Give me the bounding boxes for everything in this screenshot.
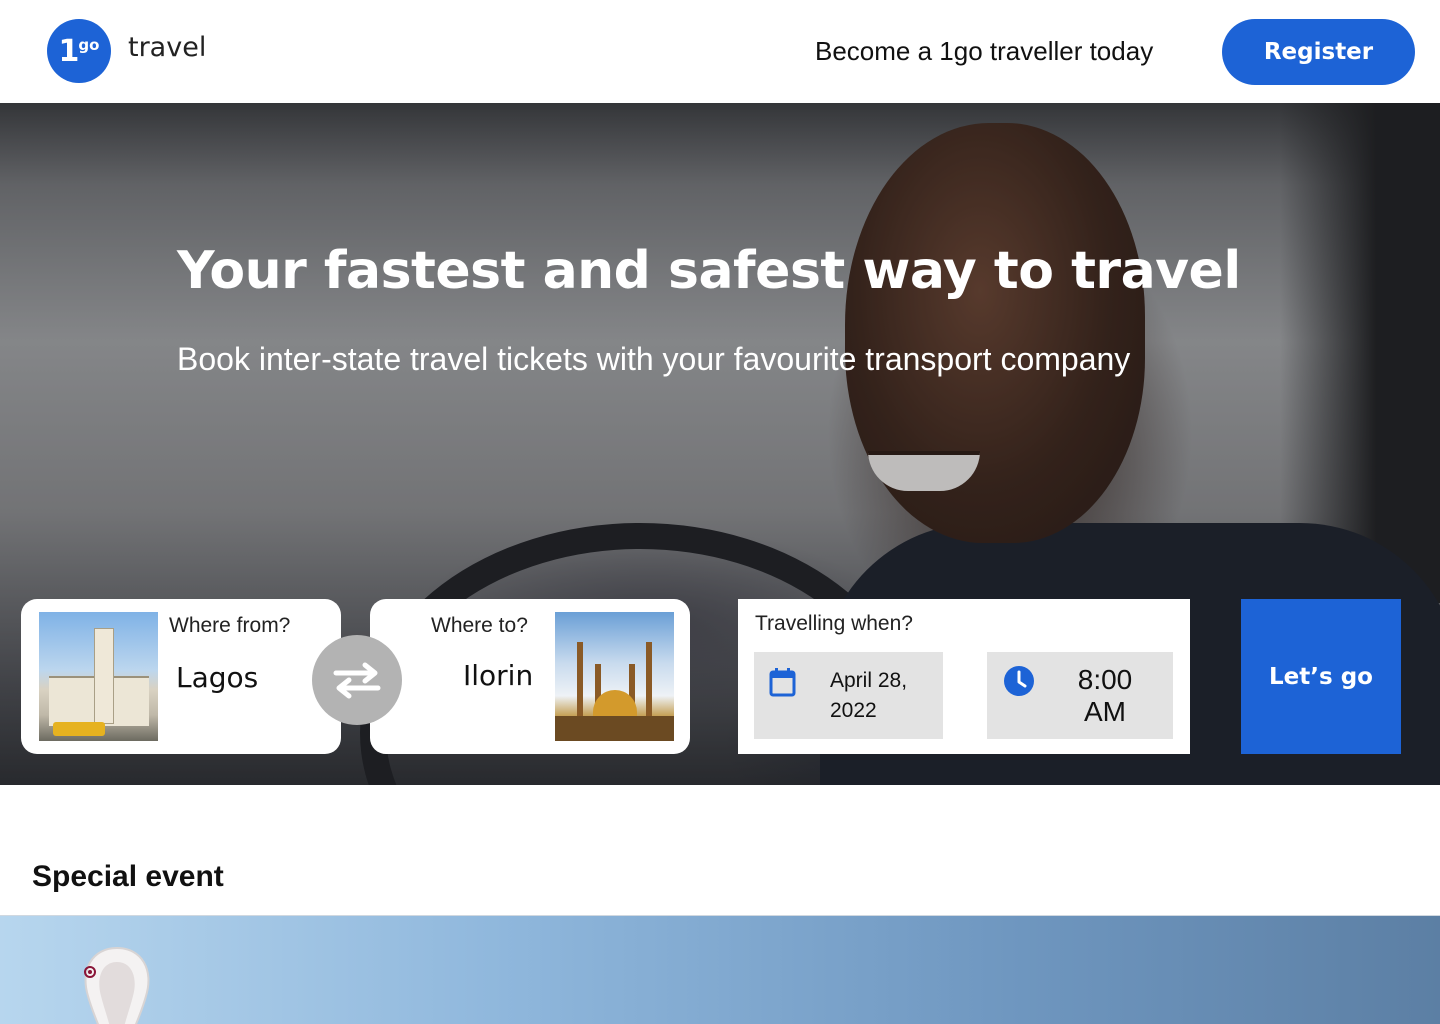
swap-icon [333, 662, 381, 699]
special-event-heading: Special event [32, 860, 224, 893]
swap-locations-button[interactable] [312, 635, 402, 725]
logo-mark-sup: go [78, 36, 100, 54]
travel-date-label: Travelling when? [755, 612, 913, 635]
logo-mark: 1 [58, 33, 80, 69]
travel-datetime-selector: Travelling when? April 28, 2022 8:00 AM [738, 599, 1190, 754]
hero-title: Your fastest and safest way to travel [177, 241, 1241, 301]
origin-selector[interactable]: Where from? Lagos [21, 599, 341, 754]
calendar-icon [769, 668, 796, 697]
trophy-icon [84, 946, 150, 1024]
origin-city-image [39, 612, 158, 741]
origin-city: Lagos [176, 661, 259, 694]
special-event-banner[interactable] [0, 915, 1440, 1024]
destination-selector[interactable]: Where to? Ilorin [370, 599, 690, 754]
hero-subtitle: Book inter-state travel tickets with you… [177, 341, 1131, 377]
brand-name: travel [128, 32, 207, 63]
brand-logo[interactable]: 1 go [47, 19, 111, 83]
hero-banner: Your fastest and safest way to travel Bo… [0, 103, 1440, 785]
top-nav: 1 go travel Become a 1go traveller today … [0, 0, 1440, 103]
search-trips-button[interactable]: Let’s go [1241, 599, 1401, 754]
selected-date: April 28, 2022 [830, 669, 908, 722]
destination-city-image [555, 612, 674, 741]
selected-time: 8:00 AM [1077, 664, 1133, 727]
register-tagline: Become a 1go traveller today [815, 36, 1154, 66]
destination-label: Where to? [431, 614, 528, 637]
time-picker[interactable]: 8:00 AM [987, 652, 1173, 739]
origin-label: Where from? [169, 614, 291, 637]
clock-icon [1004, 666, 1034, 696]
register-button[interactable]: Register [1222, 19, 1415, 85]
destination-city: Ilorin [463, 659, 534, 692]
date-picker[interactable]: April 28, 2022 [754, 652, 943, 739]
